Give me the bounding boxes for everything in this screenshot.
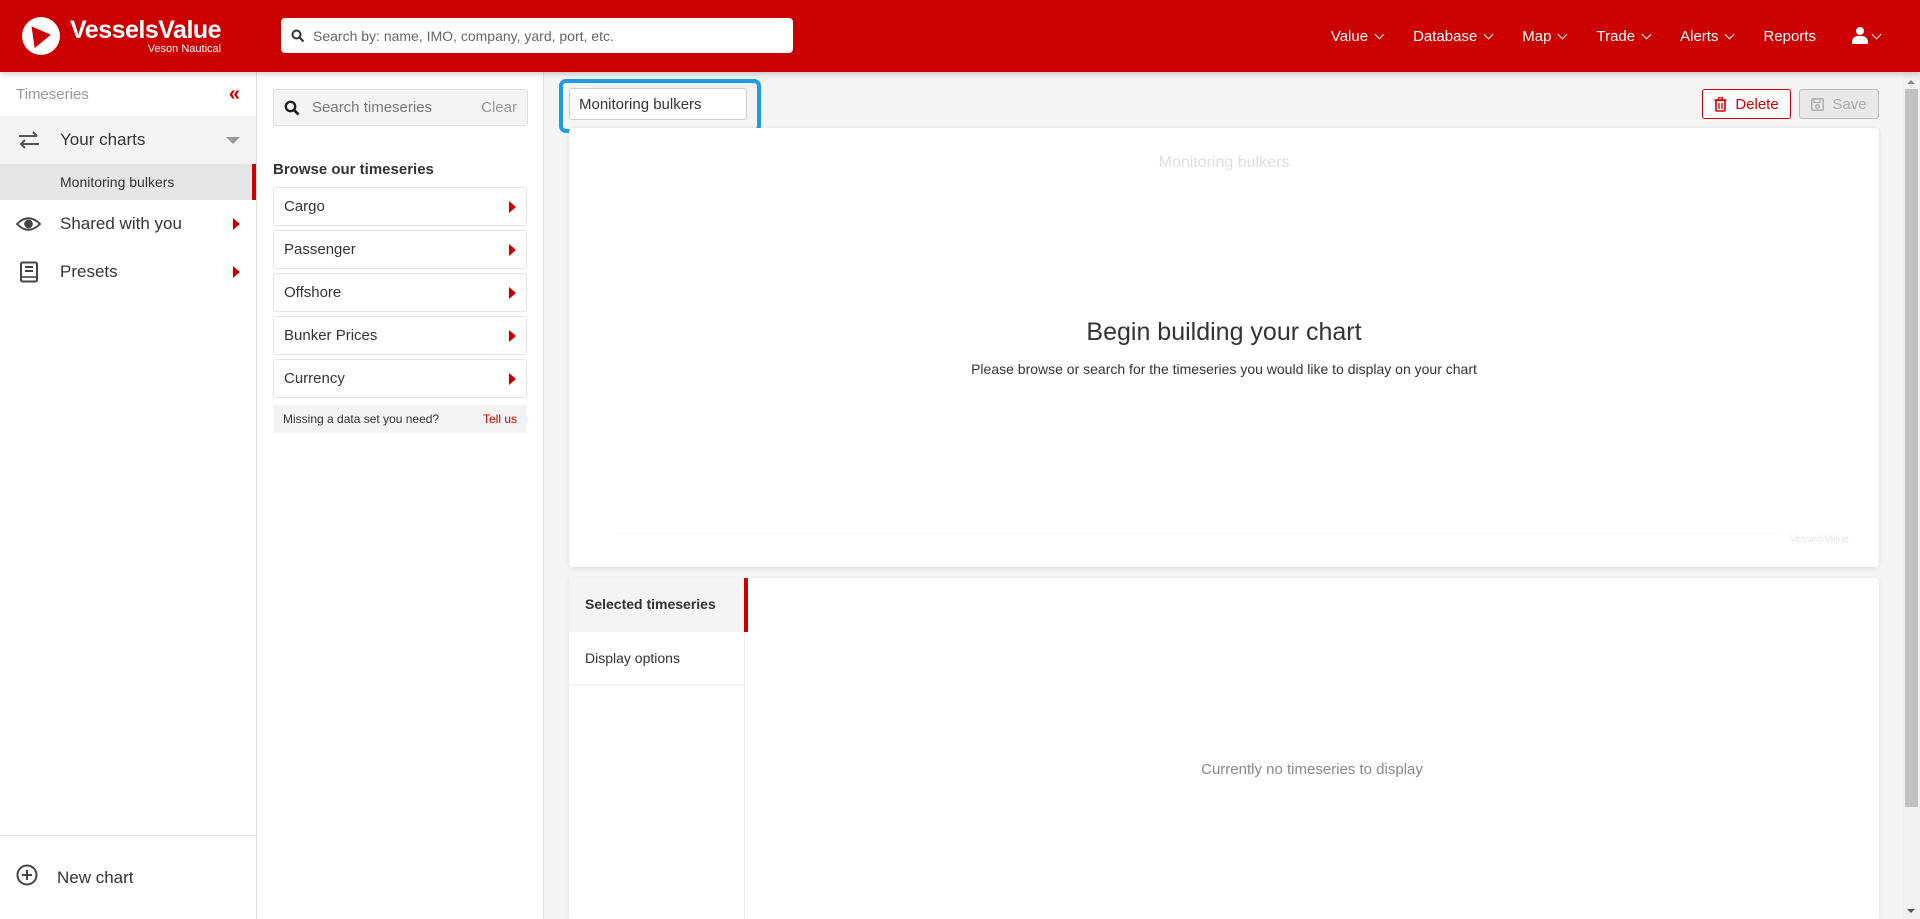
browse-timeseries-panel: Clear Browse our timeseries Cargo Passen… [257, 72, 544, 919]
search-icon [291, 29, 305, 42]
scrollbar-thumb[interactable] [1905, 89, 1918, 807]
nav-database[interactable]: Database [1413, 27, 1494, 45]
caret-right-icon [509, 372, 516, 385]
logo-mark-icon [22, 17, 60, 55]
global-search-input[interactable] [313, 27, 773, 44]
chart-baseline [618, 533, 1781, 534]
collapse-sidebar-icon[interactable]: « [229, 83, 240, 106]
brand-name: VesselsValue [70, 15, 222, 44]
new-chart-label: New chart [57, 867, 134, 887]
browse-title: Browse our timeseries [273, 161, 434, 178]
plus-circle-icon [16, 864, 38, 891]
nav-trade-label: Trade [1596, 27, 1636, 45]
user-menu[interactable] [1852, 27, 1882, 45]
caret-right-icon [509, 243, 516, 256]
chart-preview-card: Monitoring bulkers Begin building your c… [569, 128, 1879, 567]
global-search-box[interactable] [281, 18, 793, 53]
timeseries-search-input[interactable] [312, 99, 472, 116]
chevron-down-icon [1558, 29, 1568, 39]
top-navigation-bar: VesselsValue Veson Nautical Value Databa… [0, 0, 1920, 72]
save-label: Save [1832, 95, 1867, 113]
sidebar-item-label: Presets [60, 262, 118, 281]
nav-value-label: Value [1330, 27, 1369, 45]
timeseries-config-panel: Selected timeseries Display options Curr… [569, 578, 1879, 919]
chart-name-input[interactable] [569, 88, 747, 120]
book-icon [16, 261, 41, 283]
floppy-disk-icon [1811, 97, 1825, 111]
missing-dataset-text: Missing a data set you need? [283, 412, 440, 426]
category-label: Passenger [284, 241, 356, 258]
category-list: Cargo Passenger Offshore Bunker Prices C… [273, 187, 527, 398]
vesselsvalue-logo[interactable]: VesselsValue Veson Nautical [22, 14, 222, 58]
category-label: Currency [284, 370, 345, 387]
chart-title: Monitoring bulkers [1158, 154, 1290, 171]
chevron-down-icon [1871, 29, 1882, 39]
delete-label: Delete [1735, 95, 1779, 113]
page-scrollbar[interactable] [1903, 72, 1920, 919]
tab-label: Selected timeseries [585, 596, 716, 612]
delete-button[interactable]: Delete [1702, 89, 1791, 119]
sidebar-item-shared-with-you[interactable]: Shared with you [0, 200, 256, 248]
caret-right-icon [509, 329, 516, 342]
sidebar-item-label: Shared with you [60, 214, 182, 233]
trash-icon [1714, 96, 1727, 112]
brand-subtitle: Veson Nautical [147, 42, 222, 55]
swap-arrows-icon [16, 129, 41, 151]
category-bunker-prices[interactable]: Bunker Prices [273, 316, 527, 355]
search-icon [284, 100, 300, 115]
category-label: Cargo [284, 198, 325, 215]
caret-right-icon [233, 218, 240, 230]
chevron-down-icon [1725, 29, 1735, 39]
timeseries-sidebar: Timeseries « Your charts Monitoring bulk… [0, 72, 257, 919]
tab-selected-timeseries[interactable]: Selected timeseries [569, 578, 748, 632]
nav-reports-label: Reports [1763, 27, 1816, 45]
tab-display-options[interactable]: Display options [569, 632, 744, 686]
nav-alerts-label: Alerts [1680, 27, 1719, 45]
caret-down-icon [226, 136, 240, 144]
nav-database-label: Database [1413, 27, 1478, 45]
category-offshore[interactable]: Offshore [273, 273, 527, 312]
save-button[interactable]: Save [1799, 89, 1879, 119]
eye-icon [16, 213, 41, 235]
category-cargo[interactable]: Cargo [273, 187, 527, 226]
nav-map-label: Map [1522, 27, 1552, 45]
new-chart-button[interactable]: New chart [0, 835, 256, 919]
user-icon [1852, 27, 1868, 45]
empty-chart-heading: Begin building your chart [1086, 318, 1362, 346]
tab-label: Display options [585, 650, 680, 666]
category-currency[interactable]: Currency [273, 359, 527, 398]
chart-list-item-label: Monitoring bulkers [60, 174, 175, 190]
category-label: Offshore [284, 284, 342, 301]
nav-reports[interactable]: Reports [1763, 28, 1816, 45]
no-timeseries-message: Currently no timeseries to display [1201, 761, 1423, 778]
sidebar-title: Timeseries [16, 85, 89, 103]
missing-dataset-banner: Missing a data set you need? Tell us [273, 405, 527, 433]
scroll-up-arrow-icon[interactable] [1907, 80, 1915, 84]
nav-value[interactable]: Value [1330, 27, 1385, 45]
caret-right-icon [233, 266, 240, 278]
nav-trade[interactable]: Trade [1596, 27, 1652, 45]
clear-search-button[interactable]: Clear [481, 99, 517, 116]
category-passenger[interactable]: Passenger [273, 230, 527, 269]
nav-map[interactable]: Map [1522, 27, 1568, 45]
nav-alerts[interactable]: Alerts [1680, 27, 1735, 45]
chevron-down-icon [1641, 29, 1652, 39]
tell-us-link[interactable]: Tell us [483, 412, 517, 426]
caret-right-icon [509, 200, 516, 213]
scroll-down-arrow-icon[interactable] [1907, 909, 1915, 913]
sidebar-item-label: Your charts [60, 130, 146, 149]
category-label: Bunker Prices [284, 327, 378, 344]
chevron-down-icon [1483, 29, 1494, 39]
chevron-down-icon [1374, 29, 1385, 39]
timeseries-search-box[interactable]: Clear [273, 89, 528, 126]
sidebar-item-your-charts[interactable]: Your charts [0, 116, 256, 164]
config-tabs: Selected timeseries Display options [569, 578, 748, 919]
sidebar-item-presets[interactable]: Presets [0, 248, 256, 296]
chart-list-item[interactable]: Monitoring bulkers [0, 164, 256, 200]
main-nav: Value Database Map Trade Alerts Reports [1301, 0, 1882, 72]
caret-right-icon [509, 286, 516, 299]
chart-credit: VesselsValue [1789, 534, 1849, 545]
empty-chart-subtext: Please browse or search for the timeseri… [971, 361, 1477, 377]
